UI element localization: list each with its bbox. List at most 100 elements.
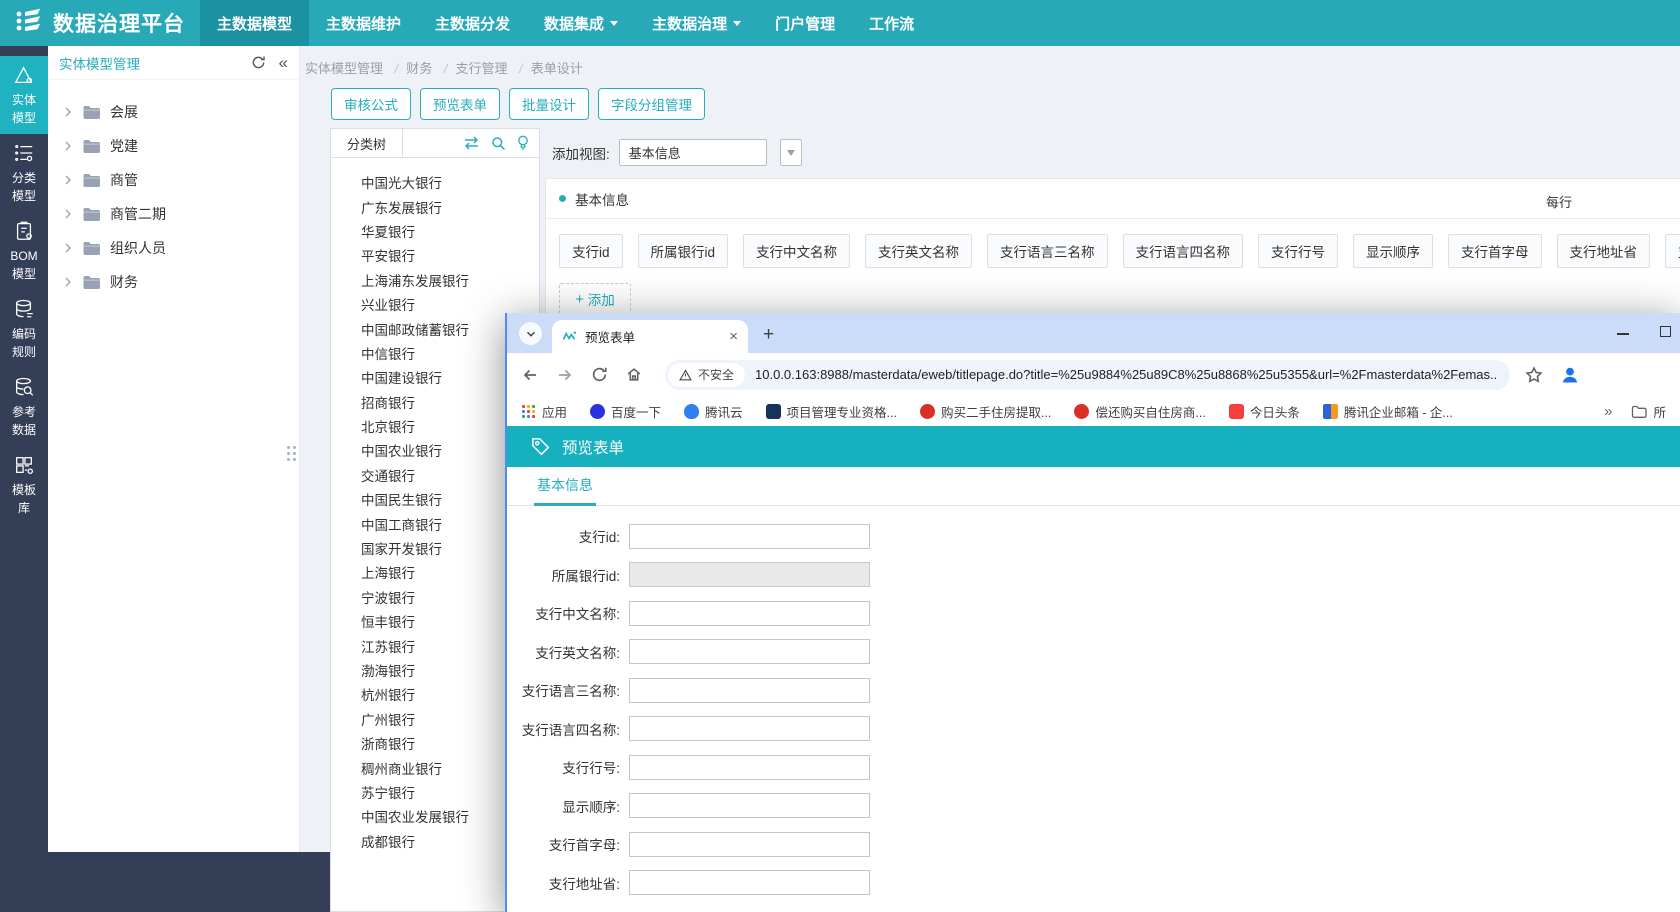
security-badge[interactable]: 不安全 [668, 363, 745, 387]
field-input[interactable] [629, 524, 870, 549]
bookmark[interactable]: 偿还购买自住房商... [1074, 402, 1205, 421]
bookmark[interactable]: 腾讯企业邮箱 - 企... [1323, 402, 1453, 421]
tree-folder-item[interactable]: 组织人员 [48, 231, 299, 265]
browser-tab[interactable]: 预览表单 [552, 320, 748, 353]
bookmark[interactable]: 应用 [521, 402, 567, 421]
breadcrumb-item[interactable]: 表单设计 [511, 61, 583, 76]
topnav-item[interactable]: 工作流 [852, 0, 931, 46]
chevron-right-icon [63, 243, 73, 253]
minimize-window-button[interactable] [1617, 333, 1629, 335]
form-section-title: 基本信息 [575, 189, 629, 209]
bookmark-star-icon[interactable] [1525, 366, 1543, 384]
field-input[interactable] [629, 832, 870, 857]
tree-folder-item[interactable]: 商管二期 [48, 197, 299, 231]
maximize-window-button[interactable] [1660, 326, 1671, 337]
tree-folder-item[interactable]: 会展 [48, 95, 299, 129]
tab-category-tree[interactable]: 分类树 [331, 129, 403, 157]
bookmark[interactable]: 百度一下 [590, 402, 661, 421]
bookmarks-overflow-icon[interactable] [1604, 403, 1612, 420]
field-input[interactable] [629, 870, 870, 895]
sidebar-item-entity-model[interactable]: 实体 模型 [0, 56, 48, 134]
field-input[interactable] [629, 755, 870, 780]
topnav-item[interactable]: 数据集成 [527, 0, 635, 46]
bookmark[interactable]: 腾讯云 [684, 402, 743, 421]
search-icon[interactable] [491, 136, 506, 151]
home-button[interactable] [625, 366, 643, 383]
panel-resize-handle[interactable] [287, 446, 296, 461]
breadcrumb-item[interactable]: 实体模型管理 [305, 61, 383, 76]
reload-button[interactable] [591, 366, 608, 383]
form-field-row: 支行首字母: [507, 825, 1680, 864]
field-input[interactable] [629, 793, 870, 818]
back-button[interactable] [521, 367, 539, 383]
tab-search-button[interactable] [519, 322, 542, 345]
field-input[interactable] [629, 639, 870, 664]
tree-folder-label: 财务 [110, 272, 138, 292]
field-chip[interactable]: 显示顺序 [1353, 234, 1433, 268]
field-chip[interactable]: 所属银行id [638, 234, 729, 268]
refresh-icon[interactable] [251, 55, 266, 70]
sidebar-item-bom-model[interactable]: BOM 模型 [0, 212, 48, 290]
bookmark-folder[interactable]: 所 [1631, 402, 1666, 421]
field-input[interactable] [629, 716, 870, 741]
field-label: 支行id: [507, 526, 620, 546]
topnav-item[interactable]: 主数据治理 [635, 0, 758, 46]
sidebar-item-category-model[interactable]: 分类 模型 [0, 134, 48, 212]
add-field-button[interactable]: 添加 [559, 283, 631, 315]
lightbulb-icon[interactable] [517, 135, 529, 151]
new-tab-button[interactable] [763, 325, 774, 344]
topnav-item[interactable]: 主数据分发 [418, 0, 527, 46]
bookmark[interactable]: 购买二手住房提取... [920, 402, 1051, 421]
sidebar-item-coding-rules[interactable]: 编码 规则 [0, 290, 48, 368]
tree-folder-item[interactable]: 商管 [48, 163, 299, 197]
toolbar-button[interactable]: 字段分组管理 [598, 88, 705, 120]
breadcrumb-item[interactable]: 财务 [387, 61, 433, 76]
bookmark[interactable]: 今日头条 [1229, 402, 1300, 421]
bank-list-item[interactable]: 平安银行 [331, 243, 539, 267]
field-chip[interactable]: 支行行号 [1258, 234, 1338, 268]
view-select[interactable]: 基本信息 [619, 139, 767, 166]
toolbar-button[interactable]: 批量设计 [509, 88, 589, 120]
sidebar-item-reference-data[interactable]: 参考 数据 [0, 368, 48, 446]
field-chip[interactable]: 支行中文名称 [743, 234, 850, 268]
bank-list-item[interactable]: 上海浦东发展银行 [331, 268, 539, 292]
field-chip[interactable]: 支行地址 [1665, 234, 1680, 268]
sidebar-item-template-library[interactable]: 模板 库 [0, 446, 48, 524]
profile-avatar[interactable] [1560, 365, 1580, 385]
address-bar[interactable]: 不安全 10.0.0.163:8988/masterdata/eweb/titl… [665, 360, 1510, 390]
tree-folder-item[interactable]: 财务 [48, 265, 299, 299]
url-text: 10.0.0.163:8988/masterdata/eweb/titlepag… [755, 367, 1498, 382]
field-chip[interactable]: 支行语言四名称 [1123, 234, 1244, 268]
toolbar-button[interactable]: 预览表单 [420, 88, 500, 120]
tab-basic-info[interactable]: 基本信息 [534, 467, 596, 506]
plus-icon [575, 292, 584, 307]
field-chip[interactable]: 支行id [559, 234, 623, 268]
tree-folder-item[interactable]: 党建 [48, 129, 299, 163]
bookmark-icon [766, 404, 781, 419]
view-select-dropdown-button[interactable] [780, 139, 802, 166]
topnav-item[interactable]: 门户管理 [758, 0, 852, 46]
breadcrumb-item[interactable]: 支行管理 [436, 61, 508, 76]
bank-list-item[interactable]: 中国光大银行 [331, 170, 539, 194]
bank-list-item[interactable]: 华夏银行 [331, 219, 539, 243]
swap-icon[interactable] [463, 136, 480, 150]
collapse-panel-icon[interactable] [279, 54, 288, 71]
field-input[interactable] [629, 678, 870, 703]
topnav-item[interactable]: 主数据模型 [200, 0, 309, 46]
tag-icon [530, 436, 551, 457]
browser-window: 预览表单 不安全 10.0.0.163:8988/masterdata/eweb… [505, 313, 1680, 912]
field-input[interactable] [629, 601, 870, 626]
field-chip[interactable]: 支行英文名称 [865, 234, 972, 268]
field-input[interactable] [629, 562, 870, 587]
bank-list-item[interactable]: 广东发展银行 [331, 194, 539, 218]
forward-button[interactable] [556, 367, 574, 383]
toolbar-button[interactable]: 审核公式 [331, 88, 411, 120]
left-icon-sidebar: 实体 模型 分类 模型 BOM 模型 编码 规则 参考 数据 模板 库 [0, 46, 48, 912]
close-tab-icon[interactable] [729, 328, 738, 345]
field-chip[interactable]: 支行语言三名称 [987, 234, 1108, 268]
form-section-header: 基本信息 每行 [546, 179, 1680, 219]
field-chip[interactable]: 支行地址省 [1557, 234, 1651, 268]
field-chip[interactable]: 支行首字母 [1448, 234, 1542, 268]
topnav-item[interactable]: 主数据维护 [309, 0, 418, 46]
bookmark[interactable]: 项目管理专业资格... [766, 402, 897, 421]
